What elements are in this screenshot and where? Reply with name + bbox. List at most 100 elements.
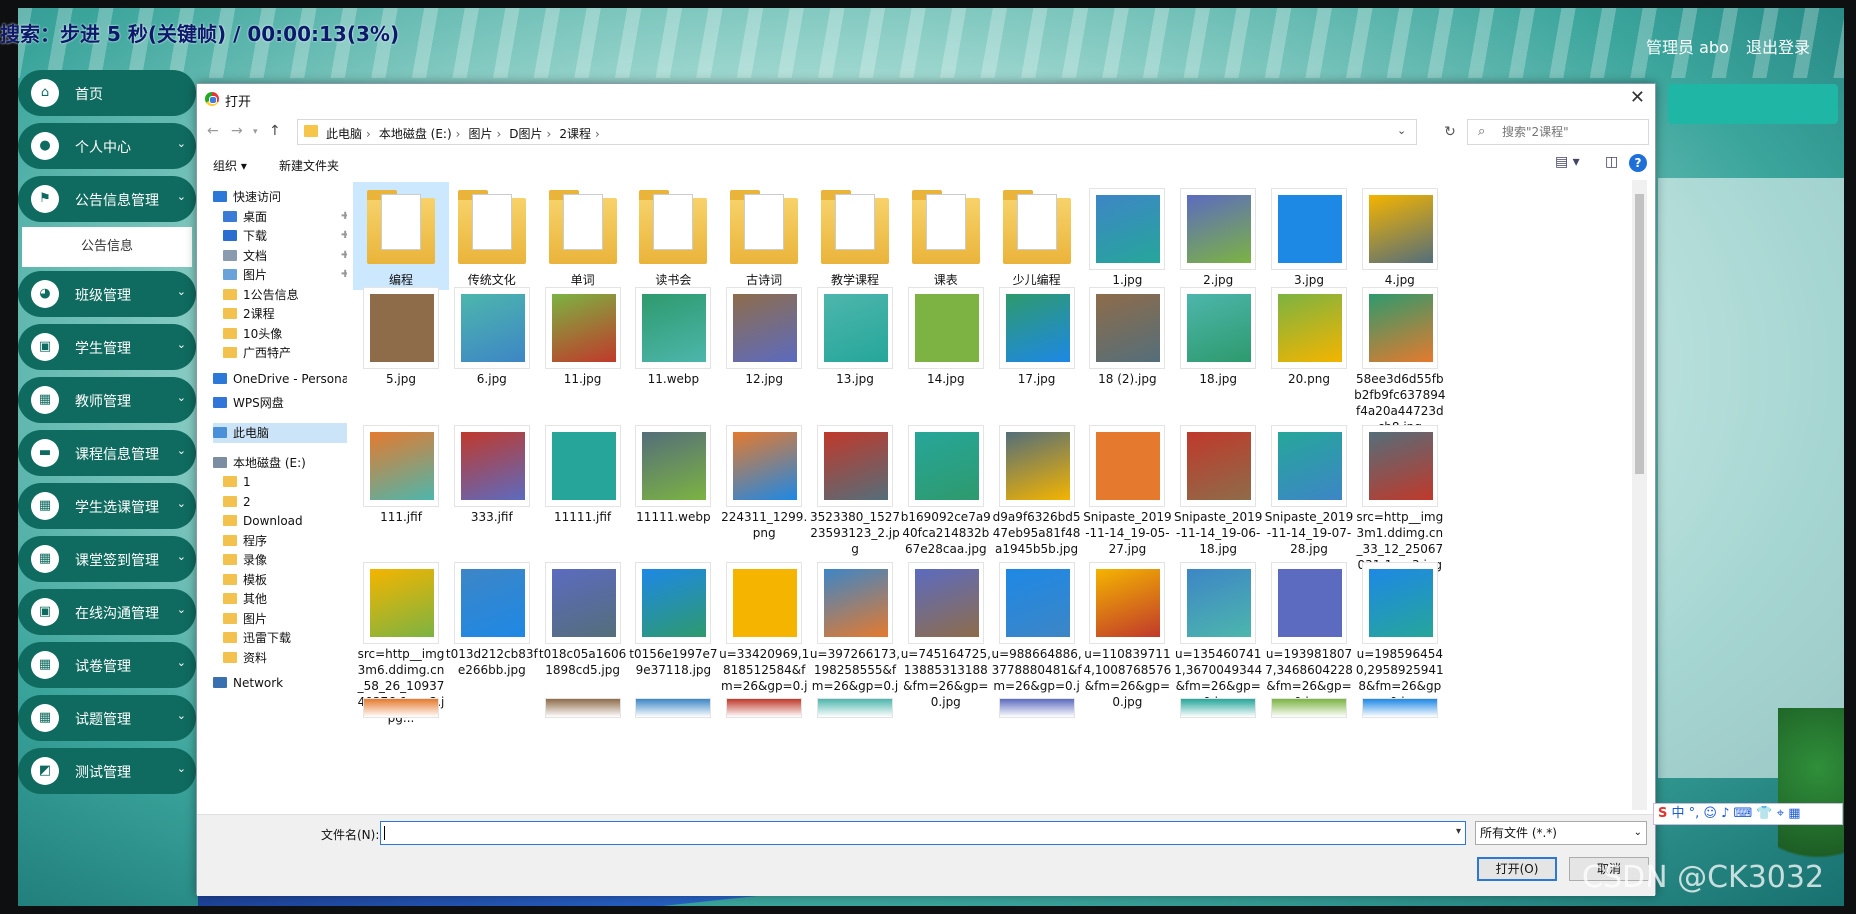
sidebar-item[interactable]: ▦ 教师管理 ⌄ [18, 377, 196, 423]
sidebar-item[interactable]: ⚑ 公告信息管理 ⌄ [18, 176, 196, 222]
refresh-icon[interactable]: ↻ [1437, 119, 1463, 145]
tree-item-label: 1公告信息 [243, 287, 299, 302]
search-input[interactable] [1502, 123, 1642, 141]
tree-item[interactable]: 此电脑 [213, 422, 347, 443]
sidebar-subitem-announcement[interactable]: 公告信息 [22, 227, 192, 267]
image-thumbnail [1361, 188, 1438, 270]
sidebar-item[interactable]: ▣ 在线沟通管理 ⌄ [18, 589, 196, 635]
new-folder-button[interactable]: 新建文件夹 [279, 157, 339, 174]
image-thumbnail [1271, 425, 1347, 507]
tree-item-label: 程序 [243, 533, 268, 548]
recent-locations-icon[interactable]: ▾ [253, 127, 258, 137]
tree-item-label: 迅雷下载 [243, 631, 292, 645]
tree-item[interactable]: Download [223, 511, 303, 531]
image-thumbnail [1271, 562, 1347, 644]
up-arrow-icon[interactable]: ↑ [269, 123, 281, 139]
image-thumbnail [1361, 698, 1438, 718]
sidebar-item[interactable]: ▦ 课堂签到管理 ⌄ [18, 536, 196, 582]
file-name: 13.jpg [836, 372, 874, 386]
organize-menu[interactable]: 组织 ▾ [213, 157, 247, 174]
sidebar-item-label: 测试管理 [75, 765, 131, 781]
tree-item[interactable]: 图片 ✚ [223, 265, 347, 285]
tree-item[interactable]: Network [213, 673, 283, 693]
tree-item[interactable]: 下载 ✚ [223, 226, 347, 246]
sidebar-item[interactable]: ◩ 测试管理 ⌄ [18, 748, 196, 794]
tree-item[interactable]: 录像 [223, 550, 267, 570]
app-content-panel [1658, 178, 1844, 778]
filetype-select[interactable]: 所有文件 (*.*) ⌄ [1475, 821, 1647, 845]
file-name: b169092ce7a940fca214832b67e28caa.jpg [900, 510, 991, 556]
breadcrumb-item[interactable]: 图片 [468, 127, 492, 141]
tree-item[interactable]: 图片 [223, 609, 267, 629]
image-thumbnail [544, 287, 621, 369]
filename-input[interactable]: ▾ [380, 821, 1466, 845]
tree-item[interactable]: 文档 ✚ [223, 246, 347, 266]
tree-item[interactable]: OneDrive - Persona [213, 369, 347, 389]
thumbnail-image [914, 432, 979, 500]
tree-item[interactable]: 1公告信息 [223, 285, 299, 305]
sidebar-item[interactable]: ▦ 试题管理 ⌄ [18, 695, 196, 741]
chevron-down-icon: ⌄ [176, 190, 186, 203]
cloud2-icon [213, 396, 227, 408]
thumbnail-image [370, 294, 434, 362]
breadcrumb-item[interactable]: 本地磁盘 (E:) [379, 127, 452, 141]
folder-icon [223, 476, 237, 487]
thumbnail-image [733, 569, 798, 637]
tree-item[interactable]: WPS网盘 [213, 393, 284, 413]
tree-item[interactable]: 程序 [223, 531, 267, 551]
help-icon[interactable]: ? [1629, 154, 1647, 172]
tree-item[interactable]: 快速访问 [213, 187, 281, 207]
logout-link[interactable]: 退出登录 [1746, 34, 1810, 58]
grid-icon: ▦ [31, 651, 59, 679]
image-thumbnail [817, 698, 893, 718]
sidebar-item[interactable]: ▦ 试卷管理 ⌄ [18, 642, 196, 688]
tree-item[interactable]: 迅雷下载 [223, 628, 291, 648]
back-arrow-icon[interactable]: ← [207, 123, 219, 139]
tree-item[interactable]: 2课程 [223, 304, 275, 324]
tree-item[interactable]: 2 [223, 492, 251, 512]
image-thumbnail [817, 287, 893, 369]
dialog-title: 打开 [225, 95, 252, 110]
breadcrumb-item[interactable]: 2课程 [559, 127, 591, 141]
image-thumbnail [1361, 425, 1438, 507]
breadcrumb-item[interactable]: 此电脑 [326, 127, 362, 141]
tree-item[interactable]: 广西特产 [223, 343, 291, 363]
breadcrumb-item[interactable]: D图片 [509, 127, 542, 141]
sidebar-item[interactable]: ⌂ 首页 [18, 70, 196, 116]
file-name: 111.jfif [380, 510, 422, 524]
sidebar-item-label: 试卷管理 [75, 659, 131, 675]
sidebar-item[interactable]: ▦ 学生选课管理 ⌄ [18, 483, 196, 529]
tree-item[interactable]: 本地磁盘 (E:) [213, 453, 306, 473]
image-thumbnail [453, 562, 530, 644]
close-icon[interactable]: ✕ [1630, 87, 1645, 108]
folder-icon [457, 190, 526, 264]
scrollbar-thumb[interactable] [1635, 194, 1644, 474]
tree-item[interactable]: 模板 [223, 570, 267, 590]
search-box[interactable]: ⌕ [1467, 119, 1649, 145]
tree-item-label: 本地磁盘 (E:) [233, 455, 306, 470]
chart-icon: ◩ [31, 757, 59, 785]
sidebar-item[interactable]: ◕ 班级管理 ⌄ [18, 271, 196, 317]
preview-pane-icon[interactable]: ◫ [1605, 154, 1618, 170]
tree-item[interactable]: 其他 [223, 589, 267, 609]
chevron-down-icon[interactable]: ▾ [1456, 826, 1461, 837]
sidebar-item[interactable]: ● 个人中心 ⌄ [18, 123, 196, 169]
file-name: t0156e1997e79e37118.jpg [629, 647, 718, 677]
sidebar-item[interactable]: ▣ 学生管理 ⌄ [18, 324, 196, 370]
vertical-scrollbar[interactable] [1632, 180, 1647, 810]
tree-item[interactable]: 桌面 ✚ [223, 207, 347, 227]
tree-item[interactable]: 10头像 [223, 324, 282, 344]
address-bar[interactable]: 此电脑 › 本地磁盘 (E:) › 图片 › D图片 › 2课程 › [297, 119, 1417, 145]
tree-item-label: 资料 [243, 650, 268, 665]
sidebar-item[interactable]: ▬ 课程信息管理 ⌄ [18, 430, 196, 476]
tree-item[interactable]: 1 [223, 472, 251, 492]
tree-item[interactable]: 资料 [223, 648, 267, 668]
address-history-dropdown-icon[interactable]: ⌄ [1397, 124, 1406, 137]
forward-arrow-icon[interactable]: → [231, 123, 243, 139]
change-view-icon[interactable]: ▤ ▾ [1555, 154, 1580, 170]
folder-icon [223, 327, 237, 339]
ime-toolbar[interactable]: S 中 °, ☺ ♪ ⌨ 👕 ⌖ ▦ [1653, 803, 1843, 825]
image-thumbnail [544, 698, 621, 718]
sidebar-item-label: 课程信息管理 [75, 447, 159, 463]
open-button[interactable]: 打开(O) [1477, 857, 1557, 881]
